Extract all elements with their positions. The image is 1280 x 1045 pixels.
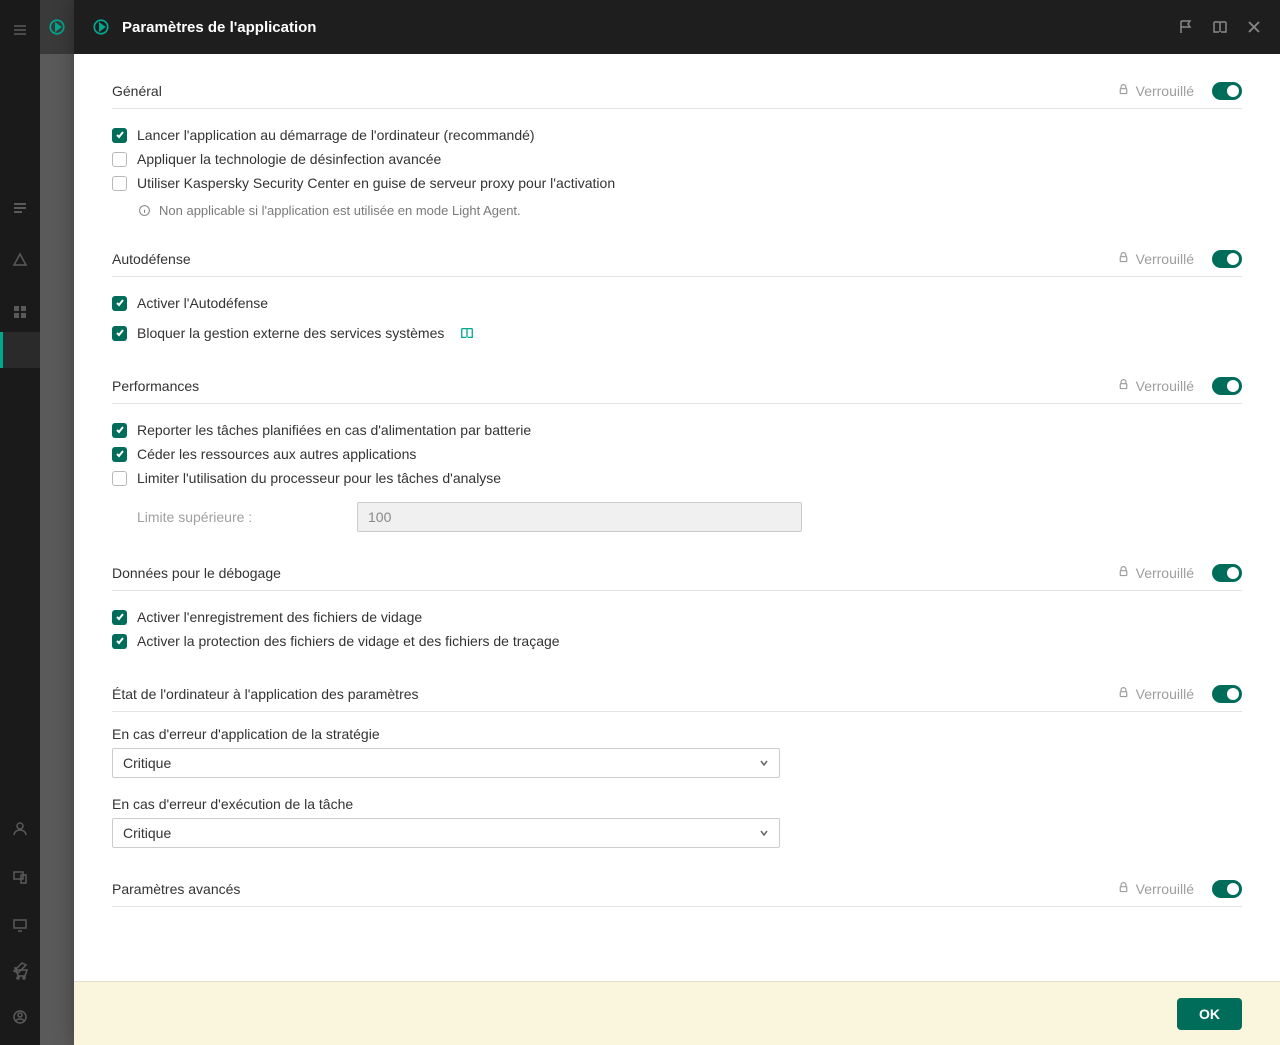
chk-label-proxy: Utiliser Kaspersky Security Center en gu… <box>137 175 615 191</box>
section-title-debug: Données pour le débogage <box>112 565 281 581</box>
policy-error-select[interactable]: Critique <box>112 748 780 778</box>
lock-icon <box>1117 378 1130 394</box>
chk-launch-on-boot[interactable] <box>112 128 127 143</box>
lock-label: Verrouillé <box>1136 251 1194 267</box>
section-title-general: Général <box>112 83 162 99</box>
panel-title: Paramètres de l'application <box>122 19 316 36</box>
rail-icon-2[interactable] <box>12 252 28 268</box>
info-icon <box>137 204 151 218</box>
panel-header: Paramètres de l'application <box>74 0 1280 54</box>
lock-icon <box>1117 251 1130 267</box>
section-title-autodef: Autodéfense <box>112 251 191 267</box>
toggle-autodef[interactable] <box>1212 250 1242 268</box>
chk-dump[interactable] <box>112 610 127 625</box>
chk-label-yield: Céder les ressources aux autres applicat… <box>137 446 416 462</box>
rail-icon-3[interactable] <box>12 304 28 320</box>
chk-battery[interactable] <box>112 423 127 438</box>
section-title-perf: Performances <box>112 378 199 394</box>
chk-label-disinfect: Appliquer la technologie de désinfection… <box>137 151 441 167</box>
lock-label: Verrouillé <box>1136 881 1194 897</box>
settings-icon[interactable] <box>12 961 28 977</box>
task-error-label: En cas d'erreur d'exécution de la tâche <box>112 796 1242 812</box>
lock-label: Verrouillé <box>1136 83 1194 99</box>
rail-active-marker <box>0 332 40 368</box>
chk-yield[interactable] <box>112 447 127 462</box>
lock-icon <box>1117 881 1130 897</box>
close-icon[interactable] <box>1246 19 1262 35</box>
secondary-header-icon[interactable] <box>40 0 74 54</box>
policy-error-label: En cas d'erreur d'application de la stra… <box>112 726 1242 742</box>
lock-label: Verrouillé <box>1136 565 1194 581</box>
lock-icon <box>1117 686 1130 702</box>
user-icon[interactable] <box>12 821 28 837</box>
toggle-debug[interactable] <box>1212 564 1242 582</box>
app-icon <box>92 18 110 36</box>
chk-limit-cpu[interactable] <box>112 471 127 486</box>
chk-advanced-disinfect[interactable] <box>112 152 127 167</box>
chk-enable-autodef[interactable] <box>112 296 127 311</box>
task-error-select[interactable]: Critique <box>112 818 780 848</box>
rail-icon-1[interactable] <box>12 200 28 216</box>
monitor-icon[interactable] <box>12 917 28 933</box>
chk-label-battery: Reporter les tâches planifiées en cas d'… <box>137 422 531 438</box>
toggle-perf[interactable] <box>1212 377 1242 395</box>
policy-error-value: Critique <box>123 755 171 771</box>
help-book-icon[interactable] <box>460 326 474 340</box>
chk-label-launch: Lancer l'application au démarrage de l'o… <box>137 127 535 143</box>
account-icon[interactable] <box>12 1009 28 1025</box>
chevron-down-icon <box>759 825 769 841</box>
info-text: Non applicable si l'application est util… <box>159 203 521 218</box>
chevron-down-icon <box>759 755 769 771</box>
section-advanced: Paramètres avancés Verrouillé <box>112 880 1242 907</box>
limit-input <box>357 502 802 532</box>
flag-icon[interactable] <box>1178 19 1194 35</box>
book-icon[interactable] <box>1212 19 1228 35</box>
section-title-advanced: Paramètres avancés <box>112 881 240 897</box>
toggle-advanced[interactable] <box>1212 880 1242 898</box>
lock-icon <box>1117 83 1130 99</box>
ok-button[interactable]: OK <box>1177 998 1242 1030</box>
secondary-column <box>40 0 74 1045</box>
section-autodefense: Autodéfense Verrouillé Activer l'Autodéf… <box>112 250 1242 345</box>
limit-label: Limite supérieure : <box>137 509 347 525</box>
chk-protect[interactable] <box>112 634 127 649</box>
chk-label-autodef: Activer l'Autodéfense <box>137 295 268 311</box>
lock-label: Verrouillé <box>1136 686 1194 702</box>
section-title-state: État de l'ordinateur à l'application des… <box>112 686 419 702</box>
chk-label-protect: Activer la protection des fichiers de vi… <box>137 633 560 649</box>
toggle-state[interactable] <box>1212 685 1242 703</box>
settings-panel: Paramètres de l'application Général Verr… <box>74 0 1280 1045</box>
panel-body: Général Verrouillé Lancer l'application … <box>74 54 1280 981</box>
chk-label-block: Bloquer la gestion externe des services … <box>137 325 444 341</box>
chk-label-limitcpu: Limiter l'utilisation du processeur pour… <box>137 470 501 486</box>
devices-icon[interactable] <box>12 869 28 885</box>
section-general: Général Verrouillé Lancer l'application … <box>112 82 1242 218</box>
section-debug: Données pour le débogage Verrouillé Acti… <box>112 564 1242 653</box>
chk-block-external[interactable] <box>112 326 127 341</box>
toggle-general[interactable] <box>1212 82 1242 100</box>
app-rail <box>0 0 40 1045</box>
menu-icon[interactable] <box>0 10 40 50</box>
lock-icon <box>1117 565 1130 581</box>
section-computer-state: État de l'ordinateur à l'application des… <box>112 685 1242 848</box>
section-performance: Performances Verrouillé Reporter les tâc… <box>112 377 1242 532</box>
panel-footer: OK <box>74 981 1280 1045</box>
chk-label-dump: Activer l'enregistrement des fichiers de… <box>137 609 422 625</box>
lock-label: Verrouillé <box>1136 378 1194 394</box>
chk-proxy-activation[interactable] <box>112 176 127 191</box>
task-error-value: Critique <box>123 825 171 841</box>
